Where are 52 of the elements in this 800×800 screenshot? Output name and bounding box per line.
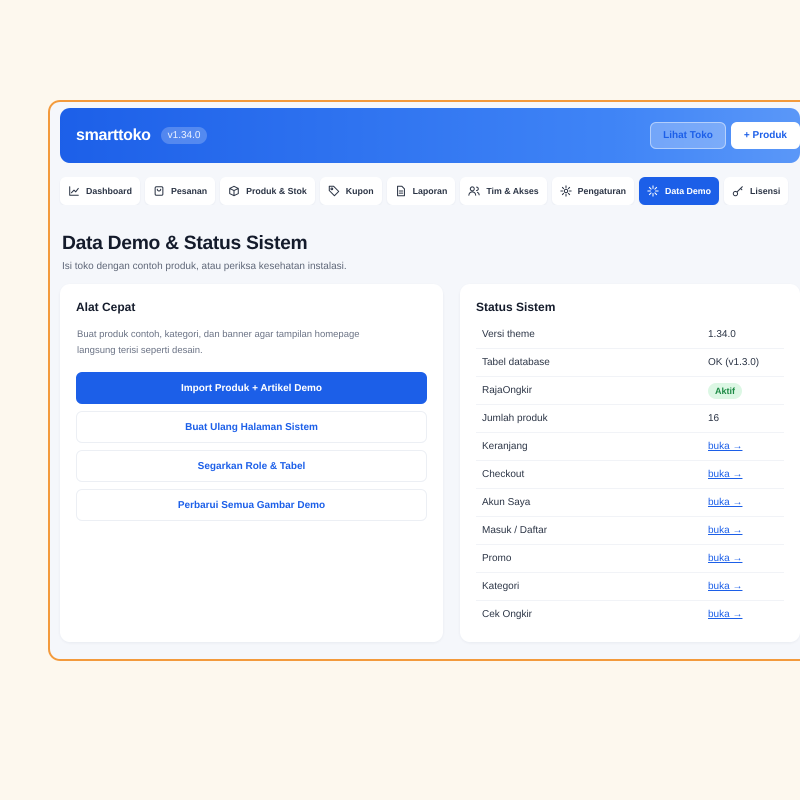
open-link[interactable]: buka → — [708, 441, 742, 452]
users-icon — [468, 185, 480, 197]
logo: smarttoko — [76, 126, 151, 144]
status-label: Kategori — [482, 581, 520, 592]
status-value: OK (v1.3.0) — [708, 357, 760, 368]
nav-tab[interactable]: Tim & Akses — [460, 177, 547, 205]
bag-icon — [152, 185, 165, 197]
card-title: Status Sistem — [476, 300, 556, 314]
version-badge: v1.34.0 — [160, 127, 208, 144]
nav-tab[interactable]: Data Demo — [639, 177, 719, 205]
status-label: Promo — [482, 553, 512, 564]
status-label: Keranjang — [482, 441, 529, 452]
page-title: Data Demo & Status Sistem — [62, 233, 308, 255]
status-label: Versi theme — [482, 329, 536, 340]
chart-line-icon — [68, 185, 80, 197]
nav-tab[interactable]: Lisensi — [724, 177, 788, 205]
sparkle-icon — [647, 185, 660, 197]
action-button[interactable]: Perbarui Semua Gambar Demo — [76, 489, 427, 521]
status-label: Jumlah produk — [482, 413, 549, 424]
status-value: 1.34.0 — [708, 329, 737, 340]
open-link[interactable]: buka → — [708, 525, 742, 536]
nav-tab[interactable]: Pesanan — [144, 177, 216, 205]
status-label: RajaOngkir — [482, 385, 534, 396]
box-icon — [228, 185, 240, 197]
action-button[interactable]: Buat Ulang Halaman Sistem — [76, 411, 427, 443]
document-icon — [394, 185, 407, 197]
open-link[interactable]: buka → — [708, 581, 742, 592]
settings-icon — [560, 185, 572, 197]
open-link[interactable]: buka → — [708, 497, 742, 508]
status-label: Masuk / Daftar — [482, 525, 548, 536]
card-description: Buat produk contoh, kategori, dan banner agar tampilan homepage langsung terisi seperti desain. — [76, 328, 361, 358]
status-label: Cek Ongkir — [482, 609, 534, 620]
open-link[interactable]: buka → — [708, 553, 742, 564]
nav-tab[interactable]: Kupon — [320, 177, 382, 205]
open-link[interactable]: buka → — [708, 469, 742, 480]
nav-tab[interactable]: Dashboard — [60, 177, 140, 205]
add-product-button[interactable]: + Produk — [730, 122, 800, 149]
action-button[interactable]: Segarkan Role & Tabel — [76, 450, 427, 482]
nav-tab[interactable]: Produk & Stok — [220, 177, 315, 205]
status-value: 16 — [708, 413, 720, 424]
status-badge: Aktif — [708, 382, 742, 398]
card-title: Alat Cepat — [76, 300, 136, 314]
tag-icon — [328, 185, 340, 197]
open-link[interactable]: buka → — [708, 609, 742, 620]
status-label: Checkout — [482, 469, 526, 480]
nav-tab[interactable]: Pengaturan — [552, 177, 634, 205]
key-icon — [732, 185, 744, 197]
status-label: Akun Saya — [482, 497, 532, 508]
action-button[interactable]: Import Produk + Artikel Demo — [76, 372, 427, 404]
page-subtitle: Isi toko dengan contoh produk, atau periksa kesehatan instalasi. — [62, 261, 348, 272]
status-label: Tabel database — [482, 357, 551, 368]
nav-tab[interactable]: Laporan — [386, 177, 456, 205]
